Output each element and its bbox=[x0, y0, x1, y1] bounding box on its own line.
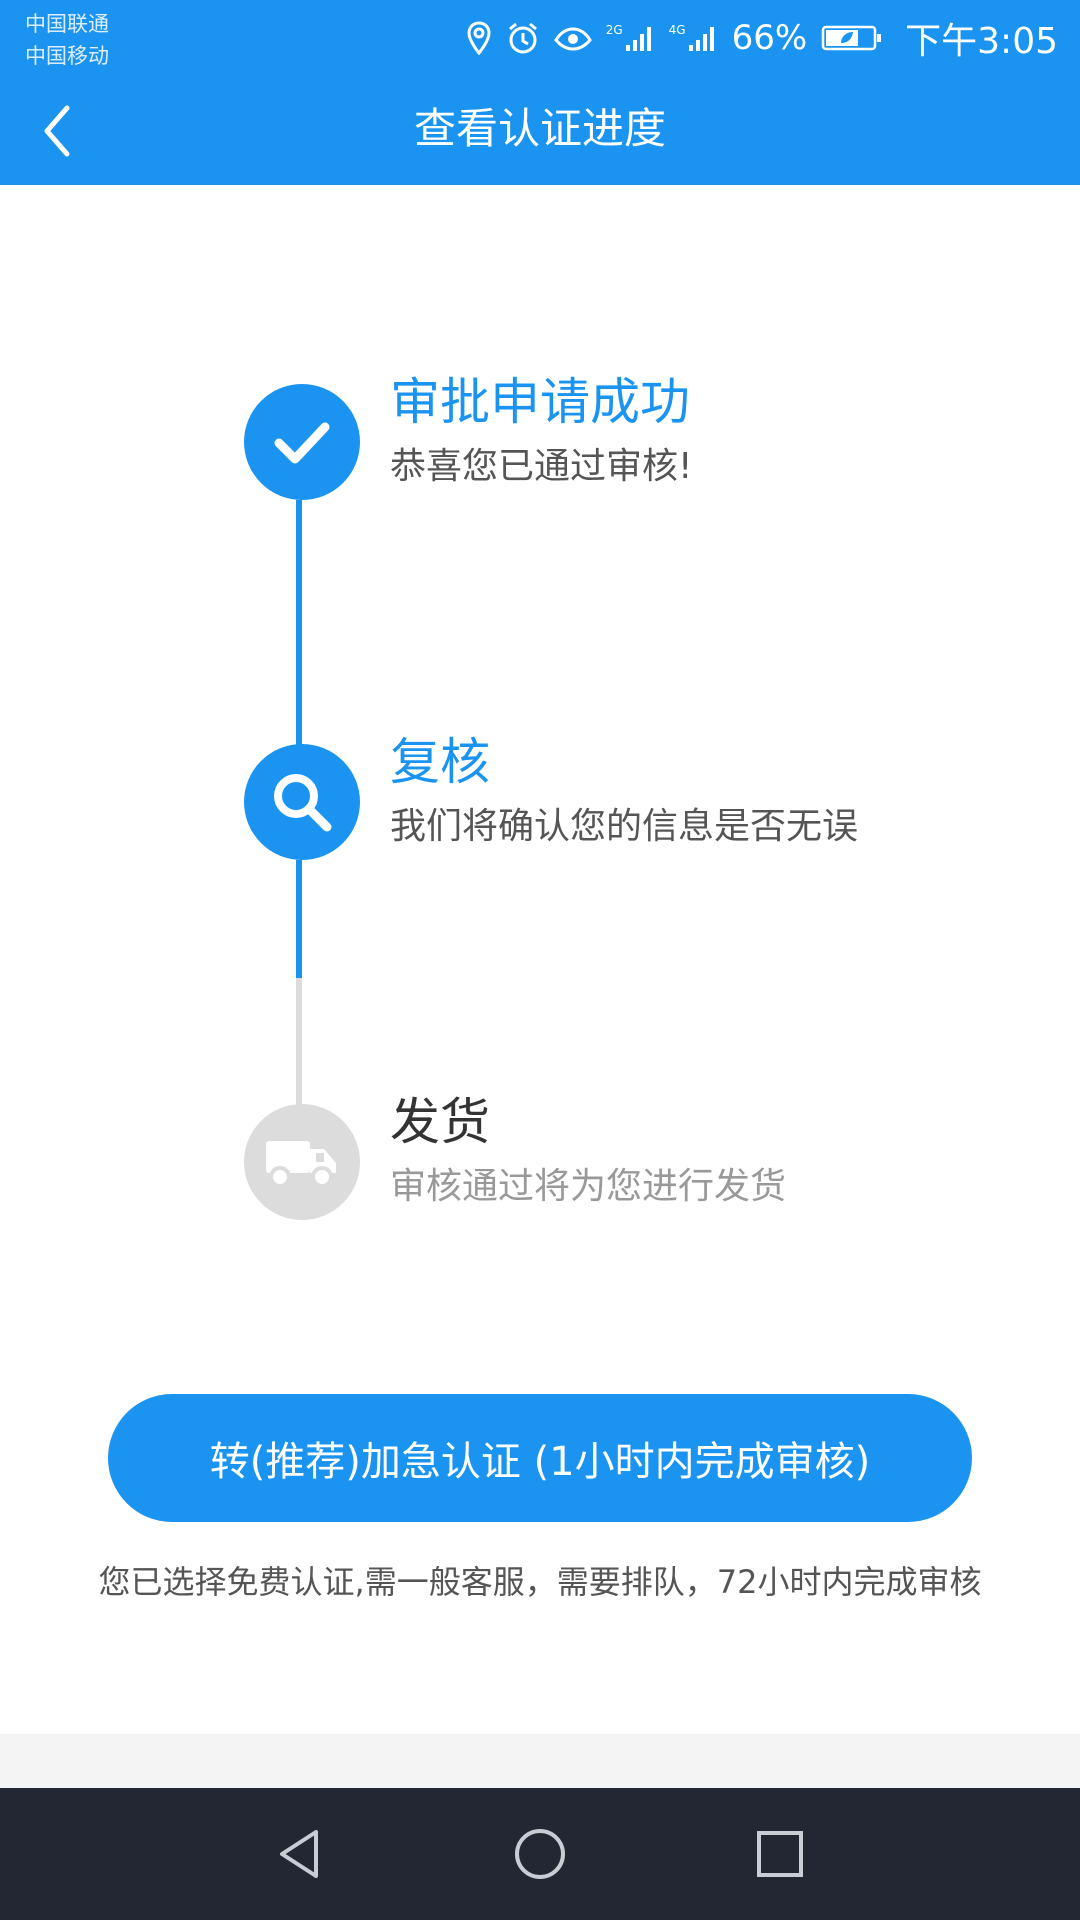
step-1-title: 审批申请成功 bbox=[390, 373, 690, 431]
battery-percent: 66% bbox=[731, 18, 808, 58]
carrier-2: 中国移动 bbox=[25, 44, 109, 68]
eye-icon bbox=[553, 24, 592, 52]
step-2-title: 复核 bbox=[390, 733, 490, 791]
location-icon bbox=[466, 21, 492, 55]
network-type-2: 4G bbox=[668, 23, 686, 37]
progress-line-current bbox=[296, 860, 302, 978]
step-1-desc: 恭喜您已通过审核! bbox=[390, 446, 693, 487]
search-icon bbox=[274, 774, 332, 832]
nav-recents-button[interactable] bbox=[730, 1804, 830, 1904]
progress-line-pending bbox=[296, 978, 302, 1106]
back-triangle-icon bbox=[280, 1830, 318, 1878]
network-type-1: 2G bbox=[605, 23, 623, 37]
nav-back-button[interactable] bbox=[250, 1804, 350, 1904]
nav-home-button[interactable] bbox=[490, 1804, 590, 1904]
status-time: 下午3:05 bbox=[905, 21, 1058, 62]
home-circle-icon bbox=[515, 1829, 565, 1879]
step-2-desc: 我们将确认您的信息是否无误 bbox=[390, 806, 859, 847]
free-verification-note: 您已选择免费认证,需一般客服，需要排队，72小时内完成审核 bbox=[98, 1563, 982, 1601]
carrier-1: 中国联通 bbox=[25, 12, 109, 36]
step-3-title: 发货 bbox=[390, 1093, 490, 1151]
signal-icon-2: 4G bbox=[669, 23, 718, 53]
battery-icon bbox=[821, 23, 883, 53]
step-3-desc: 审核通过将为您进行发货 bbox=[390, 1166, 787, 1207]
expedite-verification-button[interactable]: 转(推荐)加急认证 (1小时内完成审核) bbox=[108, 1394, 972, 1522]
recents-square-icon bbox=[757, 1831, 803, 1877]
step-2-icon bbox=[244, 744, 360, 860]
header-bar: 中国联通 中国移动 2G 4G 66% 下午3:05 查看认证进度 bbox=[0, 0, 1080, 185]
alarm-icon bbox=[506, 21, 540, 55]
progress-line-completed bbox=[296, 500, 302, 745]
step-3-icon bbox=[244, 1104, 360, 1220]
status-icons: 2G 4G 66% 下午3:05 bbox=[466, 14, 1058, 62]
carrier-info: 中国联通 中国移动 bbox=[25, 8, 109, 72]
truck-icon bbox=[266, 1141, 336, 1188]
step-1-icon bbox=[244, 384, 360, 500]
system-nav-bar bbox=[0, 1788, 1080, 1920]
signal-icon-1: 2G bbox=[606, 23, 655, 53]
check-icon bbox=[274, 422, 330, 464]
bottom-spacer bbox=[0, 1734, 1080, 1788]
page-title: 查看认证进度 bbox=[413, 104, 666, 153]
